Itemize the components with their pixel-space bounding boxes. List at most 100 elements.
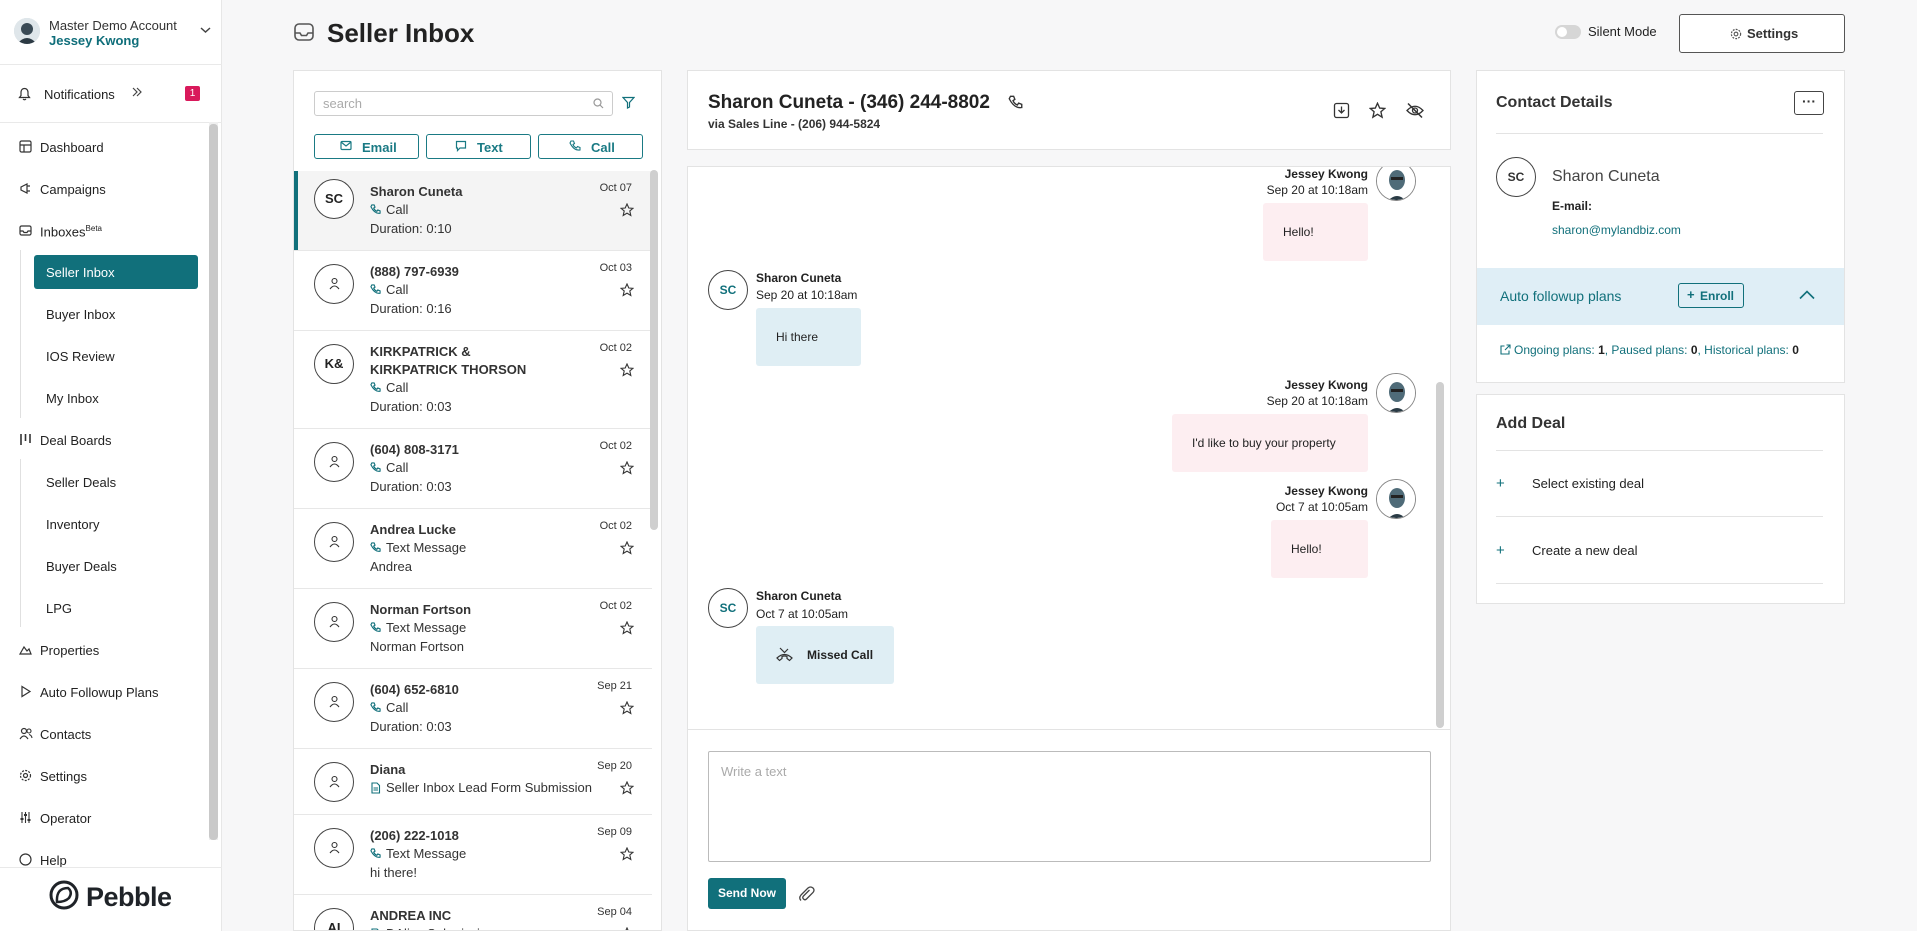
message-sender: Jessey Kwong xyxy=(1284,484,1368,498)
envelope-icon xyxy=(340,140,352,151)
conversation-item[interactable]: Diana Seller Inbox Lead Form Submission … xyxy=(294,749,652,815)
conversation-list-panel: Email Text Call SC Sharon Cuneta Call Du… xyxy=(293,70,662,931)
download-icon[interactable] xyxy=(1333,102,1350,119)
phone-icon xyxy=(370,622,381,633)
nav-item-properties[interactable]: Properties xyxy=(0,633,205,667)
message-input[interactable] xyxy=(708,751,1431,862)
nav-item-campaigns[interactable]: Campaigns xyxy=(0,172,205,206)
eye-off-icon[interactable] xyxy=(1406,102,1424,119)
conversation-item[interactable]: (206) 222-1018 Text Message hi there! Se… xyxy=(294,815,652,895)
list-scrollbar-thumb[interactable] xyxy=(650,170,658,530)
conversation-item[interactable]: (888) 797-6939 Call Duration: 0:16 Oct 0… xyxy=(294,251,652,331)
contact-email-link[interactable]: sharon@mylandbiz.com xyxy=(1552,223,1681,237)
auto-followup-label: Auto followup plans xyxy=(1500,288,1622,304)
chevron-down-icon[interactable] xyxy=(200,26,211,34)
account-switcher[interactable]: Master Demo Account Jessey Kwong xyxy=(10,14,215,50)
help-icon xyxy=(19,853,32,866)
user-avatar xyxy=(14,18,40,44)
nav-label: Auto Followup Plans xyxy=(40,685,159,700)
conversation-preview: Duration: 0:16 xyxy=(370,301,452,316)
conversation-date: Oct 02 xyxy=(599,520,632,532)
conversation-item[interactable]: (604) 808-3171 Call Duration: 0:03 Oct 0… xyxy=(294,429,652,509)
message-thread: Jessey Kwong Sep 20 at 10:18am Hello! SC… xyxy=(687,166,1451,730)
select-existing-deal-button[interactable]: + Select existing deal xyxy=(1496,475,1823,505)
create-new-deal-button[interactable]: + Create a new deal xyxy=(1496,542,1823,572)
conversation-item[interactable]: Norman Fortson Text Message Norman Forts… xyxy=(294,589,652,669)
nav-list: Dashboard Campaigns InboxesBeta Seller I… xyxy=(0,122,222,867)
star-icon[interactable] xyxy=(620,781,634,795)
nav-label: Properties xyxy=(40,643,100,658)
conversation-name: KIRKPATRICK & KIRKPATRICK THORSON xyxy=(370,344,527,377)
call-button-label: Call xyxy=(591,140,615,155)
filter-icon[interactable] xyxy=(622,96,635,109)
inbox-icon xyxy=(293,21,315,43)
toggle-knob[interactable] xyxy=(1557,27,1567,37)
nav-item-deal-boards[interactable]: Deal Boards xyxy=(0,423,205,457)
email-button[interactable]: Email xyxy=(314,134,419,159)
nav-item-seller-inbox[interactable]: Seller Inbox xyxy=(34,255,198,289)
double-chevron-right-icon[interactable] xyxy=(132,87,142,97)
paperclip-icon[interactable] xyxy=(798,885,815,902)
nav-item-operator[interactable]: Operator xyxy=(0,801,205,835)
nav-item-inboxes[interactable]: InboxesBeta xyxy=(0,214,205,248)
star-icon[interactable] xyxy=(620,927,634,930)
conversation-item[interactable]: SC Sharon Cuneta Call Duration: 0:10 Oct… xyxy=(294,171,652,251)
nav-item-auto-followup-plans[interactable]: Auto Followup Plans xyxy=(0,675,205,709)
star-icon[interactable] xyxy=(620,461,634,475)
star-icon[interactable] xyxy=(620,283,634,297)
star-icon[interactable] xyxy=(620,701,634,715)
megaphone-icon xyxy=(19,182,32,195)
nav-item-help[interactable]: Help xyxy=(0,843,205,867)
conversation-date: Sep 20 xyxy=(597,760,632,772)
nav-item-buyer-deals[interactable]: Buyer Deals xyxy=(34,549,198,583)
conversation-header: Sharon Cuneta - (346) 244-8802 via Sales… xyxy=(687,70,1451,150)
plus-icon: + xyxy=(1496,542,1505,559)
star-icon[interactable] xyxy=(620,541,634,555)
send-now-button[interactable]: Send Now xyxy=(708,878,786,909)
notifications-item[interactable]: Notifications 1 xyxy=(0,76,222,112)
divider xyxy=(20,459,21,627)
star-icon[interactable] xyxy=(620,621,634,635)
search-input[interactable] xyxy=(315,92,575,114)
star-icon[interactable] xyxy=(620,847,634,861)
contact-avatar xyxy=(314,522,354,562)
phone-icon[interactable] xyxy=(1008,95,1023,110)
conversation-item[interactable]: (604) 652-6810 Call Duration: 0:03 Sep 2… xyxy=(294,669,652,749)
nav-item-seller-deals[interactable]: Seller Deals xyxy=(34,465,198,499)
phone-icon xyxy=(370,382,381,393)
nav-item-lpg[interactable]: LPG xyxy=(34,591,198,625)
sender-avatar xyxy=(1376,479,1416,519)
more-options-button[interactable]: ··· xyxy=(1794,91,1824,115)
user-icon xyxy=(329,775,339,788)
star-icon[interactable] xyxy=(620,363,634,377)
missed-call-bubble: Missed Call xyxy=(756,626,894,684)
call-button[interactable]: Call xyxy=(538,134,643,159)
conversation-item[interactable]: K& KIRKPATRICK & KIRKPATRICK THORSON Cal… xyxy=(294,331,652,429)
nav-item-dashboard[interactable]: Dashboard xyxy=(0,130,205,164)
sidebar-scrollbar-thumb[interactable] xyxy=(209,124,218,840)
text-button[interactable]: Text xyxy=(426,134,531,159)
conversation-date: Oct 07 xyxy=(599,182,632,194)
conversation-item[interactable]: Andrea Lucke Text Message Andrea Oct 02 xyxy=(294,509,652,589)
star-icon[interactable] xyxy=(620,203,634,217)
settings-button[interactable]: Settings xyxy=(1679,14,1845,53)
nav-item-inventory[interactable]: Inventory xyxy=(34,507,198,541)
conversation-name: ANDREA INC xyxy=(370,908,452,923)
nav-item-contacts[interactable]: Contacts xyxy=(0,717,205,751)
search-icon[interactable] xyxy=(593,98,604,109)
conversation-preview: Duration: 0:03 xyxy=(370,399,452,414)
star-icon[interactable] xyxy=(1369,102,1386,119)
bell-icon xyxy=(18,87,31,101)
contact-avatar xyxy=(314,828,354,868)
conversation-item[interactable]: AI ANDREA INC DAlive Submission Sep 04 xyxy=(294,895,652,930)
nav-item-buyer-inbox[interactable]: Buyer Inbox xyxy=(34,297,198,331)
enroll-button[interactable]: + Enroll xyxy=(1678,283,1744,308)
nav-item-my-inbox[interactable]: My Inbox xyxy=(34,381,198,415)
thread-scrollbar-thumb[interactable] xyxy=(1436,382,1444,728)
message-bubble-outgoing: I'd like to buy your property xyxy=(1172,414,1368,472)
search-box[interactable] xyxy=(314,91,613,116)
nav-item-ios-review[interactable]: IOS Review xyxy=(34,339,198,373)
nav-item-settings[interactable]: Settings xyxy=(0,759,205,793)
chevron-up-icon[interactable] xyxy=(1799,290,1815,300)
conversation-preview: Duration: 0:10 xyxy=(370,221,452,236)
